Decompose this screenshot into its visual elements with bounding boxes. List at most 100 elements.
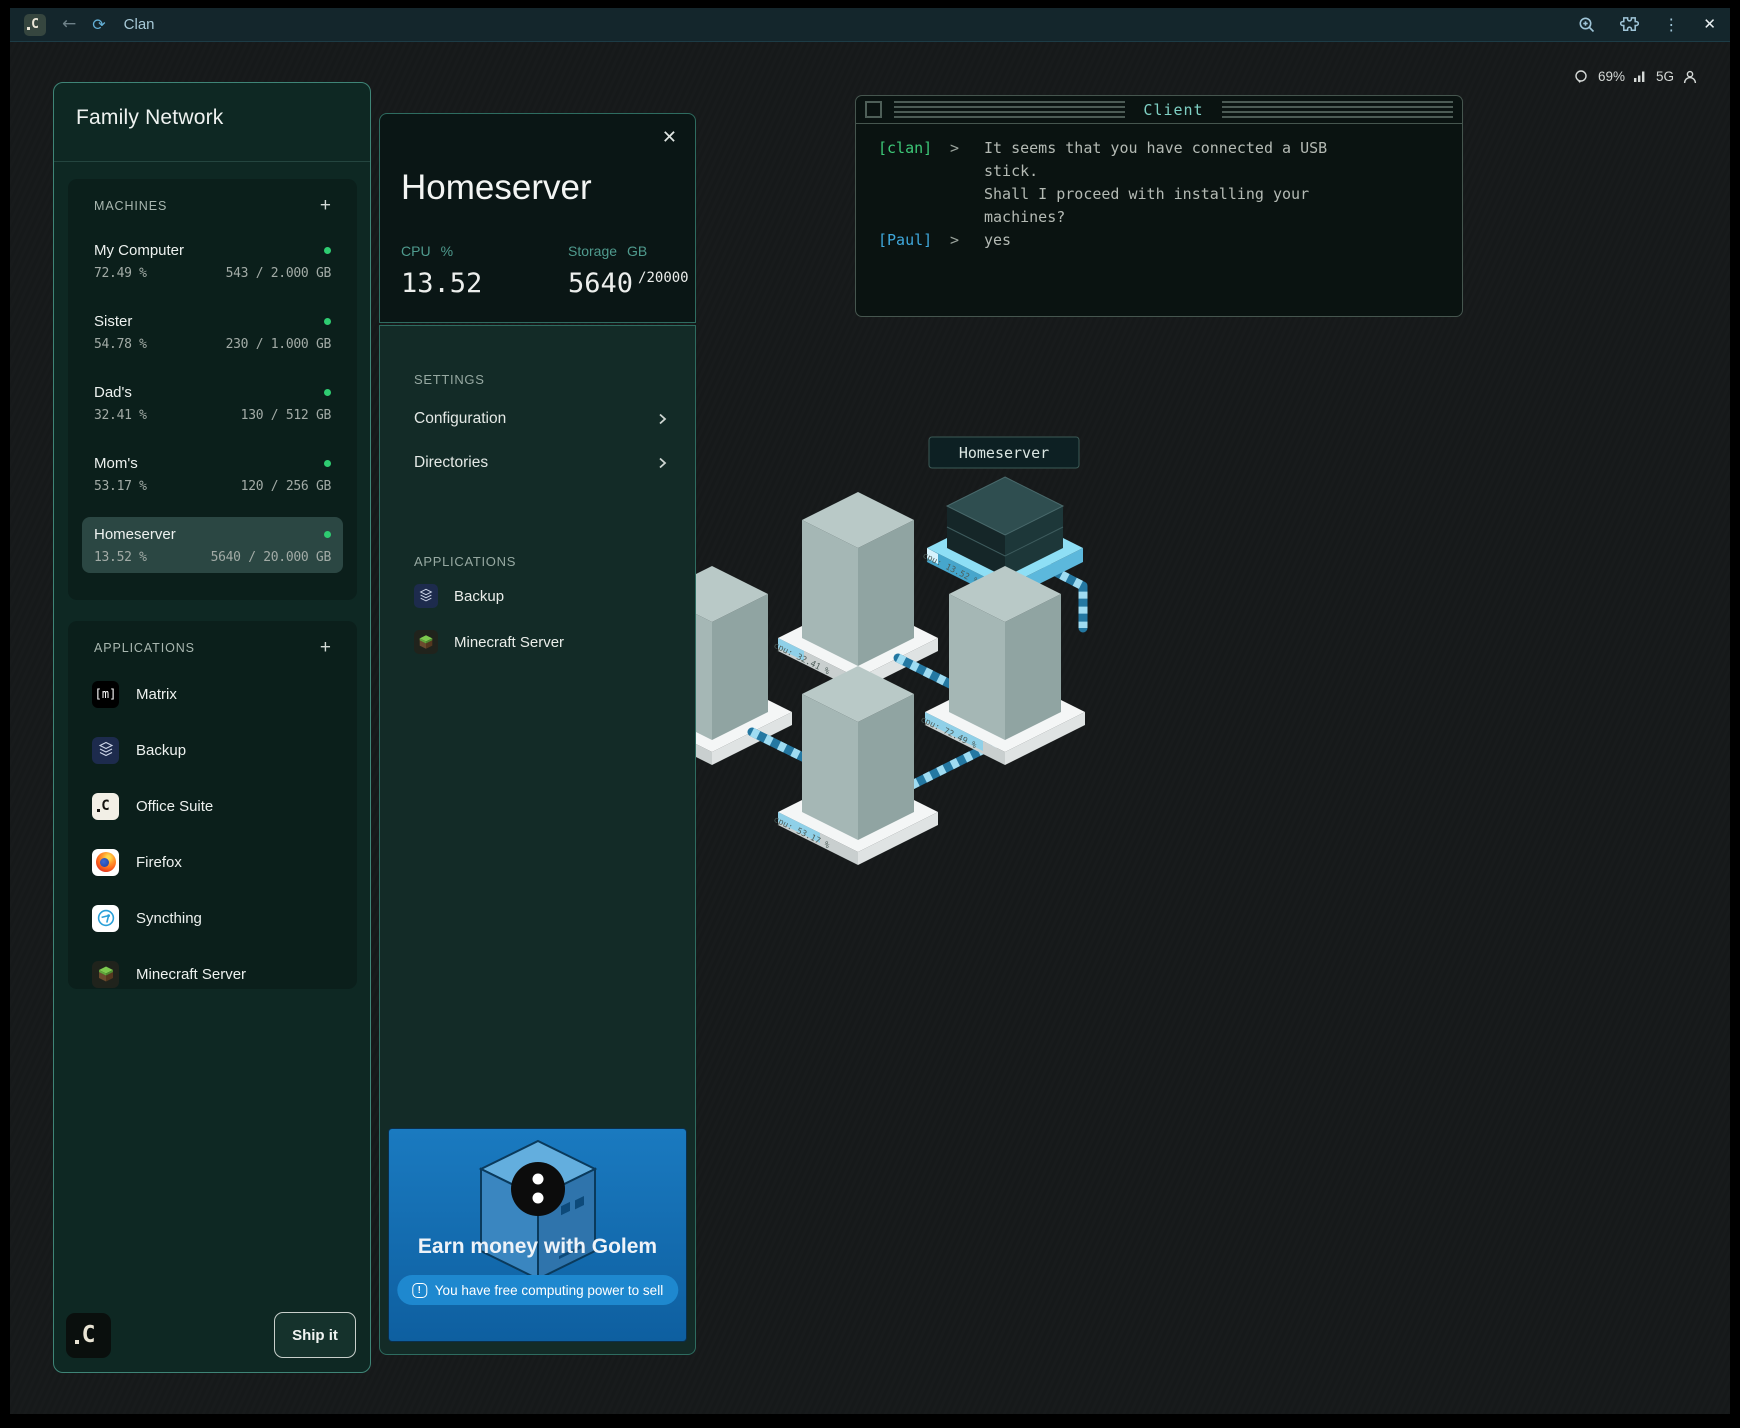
client-terminal-window: Client [clan] > It seems that you have c… [855, 95, 1463, 317]
machine-name: Homeserver [94, 526, 176, 543]
add-application-button[interactable]: + [320, 641, 331, 655]
machines-header: MACHINES [94, 199, 167, 213]
server-node-4[interactable]: cpu: 53.17 % [772, 666, 938, 865]
machine-name: Mom's [94, 455, 138, 472]
close-window-icon[interactable]: ✕ [1703, 17, 1716, 32]
terminal-text: It seems that you have connected a USB [984, 137, 1454, 160]
machine-detail-header: ✕ Homeserver CPU % 13.52 Storage GB 5640… [379, 113, 696, 323]
app-label: Syncthing [136, 910, 202, 927]
online-status-dot [324, 389, 331, 396]
menu-kebab-icon[interactable]: ⋮ [1663, 17, 1679, 33]
back-icon[interactable]: ← [62, 16, 76, 33]
detail-app-backup[interactable]: Backup [414, 582, 504, 610]
terminal-text: yes [984, 229, 1454, 252]
network-label: 5G [1656, 69, 1674, 84]
app-item-office-suite[interactable]: C Office Suite [82, 787, 343, 825]
clan-logo: C [66, 1313, 111, 1358]
terminal-title: Client [1137, 101, 1209, 119]
machine-storage: 543 / 2.000 GB [226, 266, 331, 281]
online-status-dot [324, 247, 331, 254]
golem-ad-banner[interactable]: Earn money with Golem ! You have free co… [388, 1128, 687, 1342]
terminal-text: machines? [984, 206, 1454, 229]
detail-app-label: Backup [454, 588, 504, 605]
terminal-text: stick. [984, 160, 1454, 183]
family-network-sidebar: Family Network MACHINES + My Computer 72… [53, 82, 371, 1373]
app-label: Firefox [136, 854, 182, 871]
backup-icon [92, 737, 119, 764]
speaker-clan: [clan] [878, 137, 950, 160]
app-item-firefox[interactable]: Firefox [82, 843, 343, 881]
cpu-unit: % [441, 243, 453, 259]
directories-row[interactable]: Directories [414, 452, 669, 474]
zoom-in-icon[interactable] [1578, 16, 1596, 34]
close-panel-icon[interactable]: ✕ [662, 129, 677, 147]
machine-cpu: 13.52 % [94, 550, 147, 565]
user-icon [1683, 70, 1697, 84]
machine-detail-body: SETTINGS Configuration Directories APPLI… [379, 325, 696, 1355]
golem-server-illustration [463, 1133, 613, 1283]
firefox-icon [92, 849, 119, 876]
app-label: Matrix [136, 686, 177, 703]
signal-bars-icon [1634, 70, 1647, 83]
applications-panel: APPLICATIONS + [m] Matrix Bac [68, 621, 357, 989]
matrix-icon: [m] [92, 681, 119, 708]
machine-cpu: 54.78 % [94, 337, 147, 352]
detail-app-minecraft[interactable]: Minecraft Server [414, 628, 564, 656]
info-icon: ! [412, 1283, 427, 1298]
machine-storage: 120 / 256 GB [241, 479, 331, 494]
machines-panel: MACHINES + My Computer 72.49 % 543 / 2.0… [68, 179, 357, 600]
clan-favicon: C [24, 14, 46, 36]
app-item-minecraft-server[interactable]: Minecraft Server [82, 955, 343, 993]
add-machine-button[interactable]: + [320, 199, 331, 213]
terminal-titlebar[interactable]: Client [856, 96, 1462, 124]
ship-it-button[interactable]: Ship it [274, 1312, 356, 1358]
machine-cpu: 32.41 % [94, 408, 147, 423]
backup-icon [414, 584, 438, 608]
app-label: Minecraft Server [136, 966, 246, 983]
minecraft-icon [414, 630, 438, 654]
online-status-dot [324, 318, 331, 325]
desktop-window: C ← ⟳ Clan ⋮ ✕ [0, 0, 1740, 1428]
configuration-row[interactable]: Configuration [414, 408, 669, 430]
app-label: Office Suite [136, 798, 213, 815]
golem-ad-button-label: You have free computing power to sell [435, 1283, 663, 1298]
divider [54, 161, 370, 162]
machine-item-my-computer[interactable]: My Computer 72.49 % 543 / 2.000 GB [82, 233, 343, 289]
machine-name: Sister [94, 313, 132, 330]
clan-logo-icon: C [31, 18, 39, 31]
titlebar-stripes [1222, 101, 1453, 118]
app-item-matrix[interactable]: [m] Matrix [82, 675, 343, 713]
machine-item-moms[interactable]: Mom's 53.17 % 120 / 256 GB [82, 446, 343, 502]
system-tray: 69% 5G [1574, 69, 1697, 84]
storage-label: Storage [568, 243, 617, 259]
machine-storage: 130 / 512 GB [241, 408, 331, 423]
titlebar-box-icon[interactable] [865, 101, 882, 118]
terminal-line: stick. [878, 160, 1454, 183]
app-item-backup[interactable]: Backup [82, 731, 343, 769]
server-node-3[interactable]: cpu: 72.49 % [919, 566, 1085, 765]
page-title: Clan [124, 16, 155, 33]
titlebar-stripes [894, 101, 1125, 118]
golem-ad-title: Earn money with Golem [389, 1235, 686, 1259]
app-label: Backup [136, 742, 186, 759]
app-item-syncthing[interactable]: Syncthing [82, 899, 343, 937]
golem-ad-button[interactable]: ! You have free computing power to sell [397, 1275, 678, 1305]
machine-item-dads[interactable]: Dad's 32.41 % 130 / 512 GB [82, 375, 343, 431]
reload-icon[interactable]: ⟳ [92, 17, 105, 33]
online-status-dot [324, 531, 331, 538]
sidebar-footer: C Ship it [66, 1312, 356, 1358]
extensions-puzzle-icon[interactable] [1620, 15, 1639, 34]
machine-name: My Computer [94, 242, 184, 259]
machine-storage: 230 / 1.000 GB [226, 337, 331, 352]
machine-cpu: 72.49 % [94, 266, 147, 281]
machine-storage: 5640 / 20.000 GB [211, 550, 331, 565]
machine-item-sister[interactable]: Sister 54.78 % 230 / 1.000 GB [82, 304, 343, 360]
terminal-line: [clan] > It seems that you have connecte… [878, 137, 1454, 160]
chevron-right-icon [655, 412, 669, 426]
storage-value: 5640 [568, 268, 633, 299]
machine-item-homeserver[interactable]: Homeserver 13.52 % 5640 / 20.000 GB [82, 517, 343, 573]
clan-app: C ← ⟳ Clan ⋮ ✕ [10, 8, 1730, 1414]
sidebar-title: Family Network [76, 106, 223, 130]
terminal-text: Shall I proceed with installing your [984, 183, 1454, 206]
detail-app-label: Minecraft Server [454, 634, 564, 651]
